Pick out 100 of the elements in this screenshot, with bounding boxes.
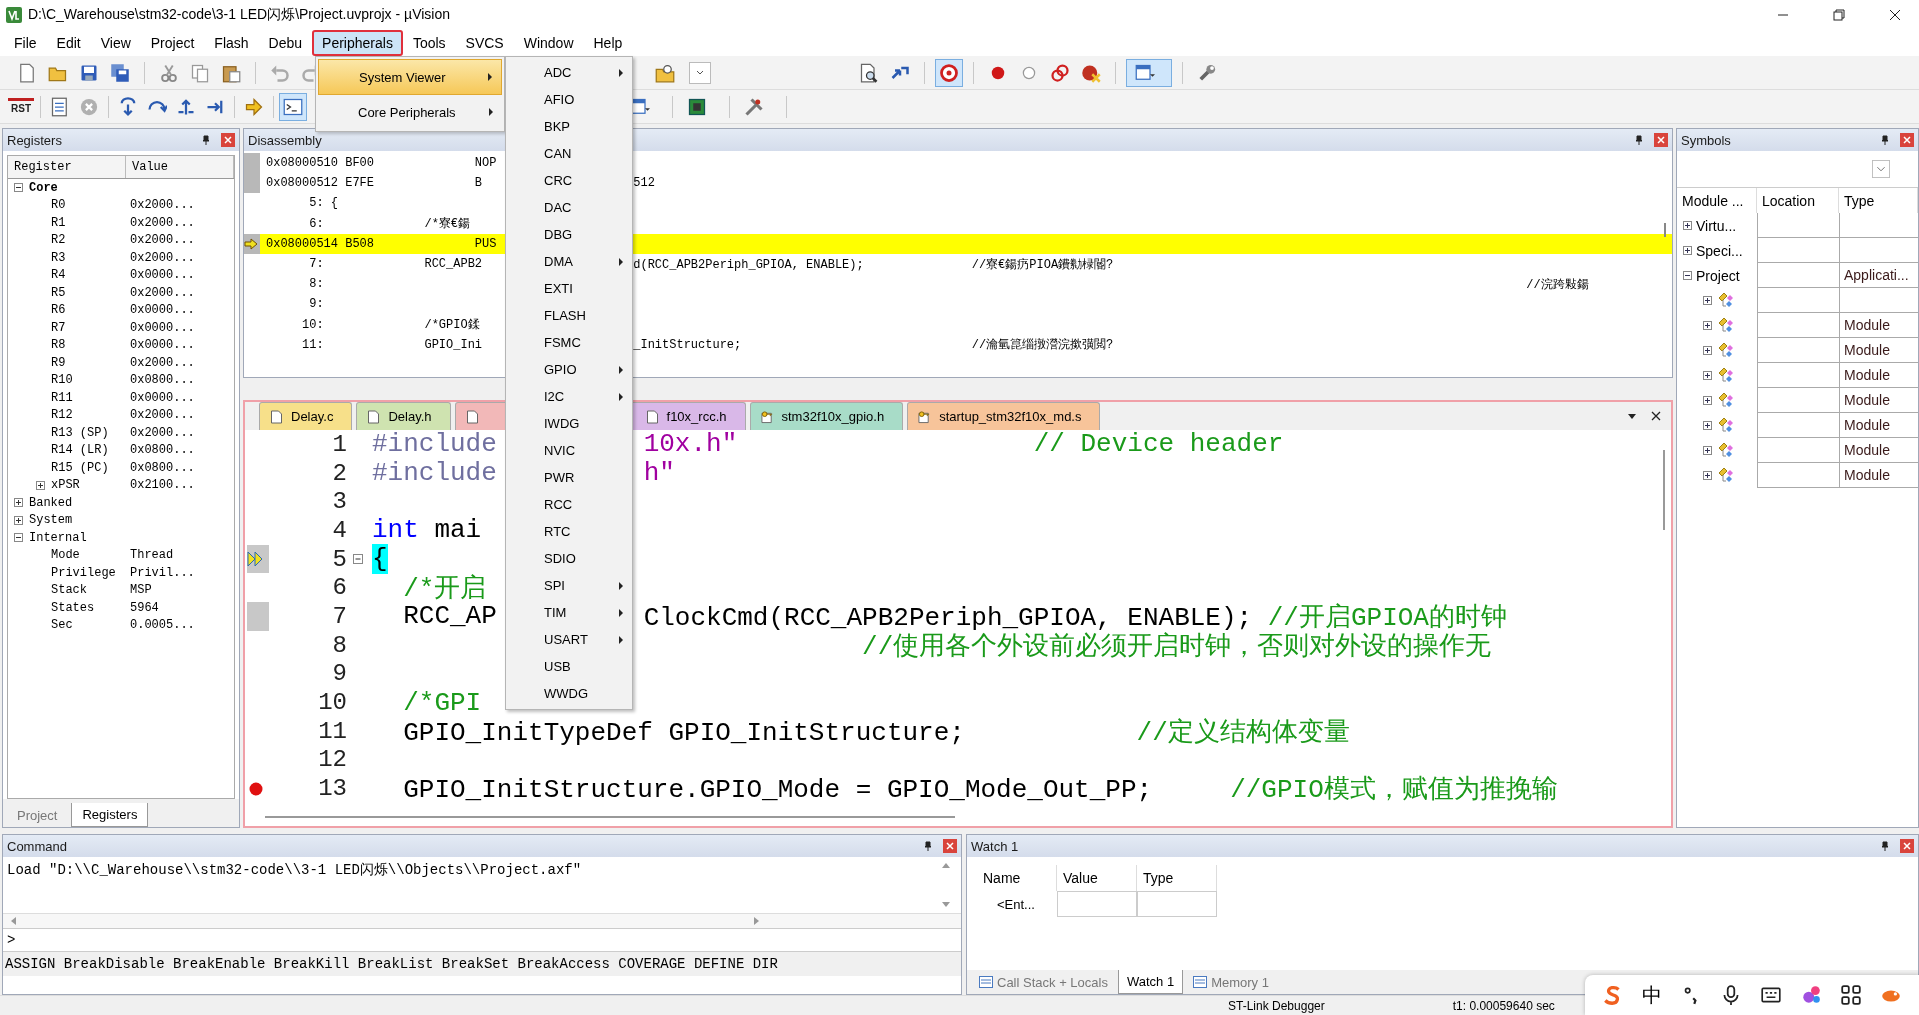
menu-entry[interactable]: USB (506, 653, 632, 680)
menu-entry[interactable]: Core Peripherals (318, 95, 502, 129)
column-header[interactable]: Name (977, 865, 1057, 891)
scrollbar-thumb[interactable] (1664, 223, 1666, 237)
reset-button[interactable]: RST (8, 97, 34, 116)
panel-tab[interactable]: Project (7, 804, 68, 827)
menu-entry[interactable]: DMA (506, 248, 632, 275)
file-tab[interactable]: startup_stm32f10x_md.s (907, 402, 1101, 430)
panel-tab[interactable]: Watch 1 (1117, 970, 1184, 994)
grid-icon[interactable] (1840, 984, 1862, 1006)
menu-entry[interactable]: AFIO (506, 86, 632, 113)
register-name: Stack (51, 583, 87, 598)
restore-icon[interactable] (1833, 9, 1845, 21)
expand-icon[interactable] (1703, 296, 1712, 305)
menu-item[interactable]: File (4, 30, 47, 56)
menu-entry[interactable]: System Viewer (318, 59, 502, 95)
column-header[interactable]: Module ... (1677, 188, 1757, 213)
menu-item[interactable]: Project (140, 30, 205, 56)
menu-item[interactable]: View (90, 30, 141, 56)
menu-entry[interactable]: DBG (506, 221, 632, 248)
menu-item[interactable]: Tools (402, 30, 456, 56)
expand-icon[interactable] (1703, 371, 1712, 380)
watch-entry[interactable]: <Ent... (997, 896, 1035, 912)
scrollbar-thumb[interactable] (1663, 450, 1665, 530)
menu-item[interactable]: Flash (204, 30, 259, 56)
menu-entry[interactable]: SPI (506, 572, 632, 599)
expand-icon[interactable] (36, 480, 45, 490)
file-tab[interactable]: stm32f10x_gpio.h (749, 402, 904, 430)
menu-entry[interactable]: CRC (506, 167, 632, 194)
column-header[interactable]: Type (1137, 865, 1217, 891)
menu-item[interactable]: Peripherals (312, 30, 403, 56)
menu-entry[interactable]: RTC (506, 518, 632, 545)
line-number: 7 (331, 602, 347, 630)
collapse-icon[interactable] (14, 533, 23, 543)
menu-entry[interactable]: WWDG (506, 680, 632, 707)
menu-entry[interactable]: RCC (506, 491, 632, 518)
register-name: R10 (51, 373, 73, 388)
column-header[interactable]: Type (1839, 188, 1918, 213)
collapse-icon[interactable] (1683, 271, 1692, 280)
panel-tab[interactable]: Memory 1 (1185, 970, 1277, 994)
line-number: 12 (317, 746, 347, 774)
close-icon[interactable] (1889, 9, 1901, 21)
scroll-down-icon[interactable] (941, 901, 951, 909)
menu-entry[interactable]: ADC (506, 59, 632, 86)
menu-entry[interactable]: DAC (506, 194, 632, 221)
expand-icon[interactable] (1683, 246, 1692, 255)
expand-icon[interactable] (1703, 421, 1712, 430)
panel-title: Symbols (1681, 132, 1731, 148)
scroll-up-icon[interactable] (941, 861, 951, 869)
menu-entry[interactable]: CAN (506, 140, 632, 167)
pin-icon[interactable] (923, 841, 933, 851)
menu-entry[interactable]: EXTI (506, 275, 632, 302)
pin-icon[interactable] (1880, 135, 1890, 145)
file-tab[interactable]: Delay.h (356, 402, 451, 430)
menu-entry[interactable]: TIM (506, 599, 632, 626)
skin-icon[interactable] (1800, 984, 1822, 1006)
menu-entry[interactable]: SDIO (506, 545, 632, 572)
pin-icon[interactable] (1880, 841, 1890, 851)
menu-item[interactable]: Edit (46, 30, 91, 56)
menu-entry[interactable]: BKP (506, 113, 632, 140)
pin-icon[interactable] (1634, 135, 1644, 145)
menu-entry[interactable]: FLASH (506, 302, 632, 329)
column-header[interactable]: Value (1057, 865, 1137, 891)
scroll-left-icon[interactable] (9, 916, 17, 926)
window-icon[interactable] (1127, 59, 1171, 86)
panel-tab[interactable]: Call Stack + Locals (971, 970, 1116, 994)
column-header[interactable]: Location (1757, 188, 1839, 213)
tab-list-icon[interactable] (1627, 411, 1637, 421)
expand-icon[interactable] (1703, 446, 1712, 455)
menu-entry[interactable]: FSMC (506, 329, 632, 356)
fold-icon[interactable] (353, 554, 363, 565)
menu-entry[interactable]: NVIC (506, 437, 632, 464)
column-header[interactable]: Register (8, 156, 126, 178)
expand-icon[interactable] (1683, 221, 1692, 230)
file-tab[interactable]: Delay.c (259, 402, 353, 430)
command-window-icon[interactable] (280, 93, 306, 120)
menu-entry[interactable]: USART (506, 626, 632, 653)
collapse-icon[interactable] (14, 183, 23, 193)
column-header[interactable]: Value (126, 156, 234, 178)
menu-item[interactable]: Help (583, 30, 633, 56)
scroll-right-icon[interactable] (753, 916, 761, 926)
debug-icon[interactable] (936, 59, 962, 86)
panel-tab[interactable]: Registers (71, 803, 149, 827)
line-number: 4 (331, 516, 347, 544)
expand-icon[interactable] (14, 515, 23, 525)
menu-entry[interactable]: PWR (506, 464, 632, 491)
expand-icon[interactable] (1703, 471, 1712, 480)
menu-item[interactable]: Debu (258, 30, 313, 56)
menu-item[interactable]: Window (513, 30, 584, 56)
input-language[interactable]: 中 (1642, 981, 1662, 1009)
code-text: #include (372, 429, 497, 460)
expand-icon[interactable] (1703, 346, 1712, 355)
expand-icon[interactable] (1703, 396, 1712, 405)
menu-entry[interactable]: GPIO (506, 356, 632, 383)
pin-icon[interactable] (201, 135, 211, 145)
close-icon[interactable] (1651, 411, 1661, 421)
expand-icon[interactable] (14, 498, 23, 508)
expand-icon[interactable] (1703, 321, 1712, 330)
menu-item[interactable]: SVCS (455, 30, 514, 56)
scrollbar-thumb[interactable] (265, 816, 955, 818)
